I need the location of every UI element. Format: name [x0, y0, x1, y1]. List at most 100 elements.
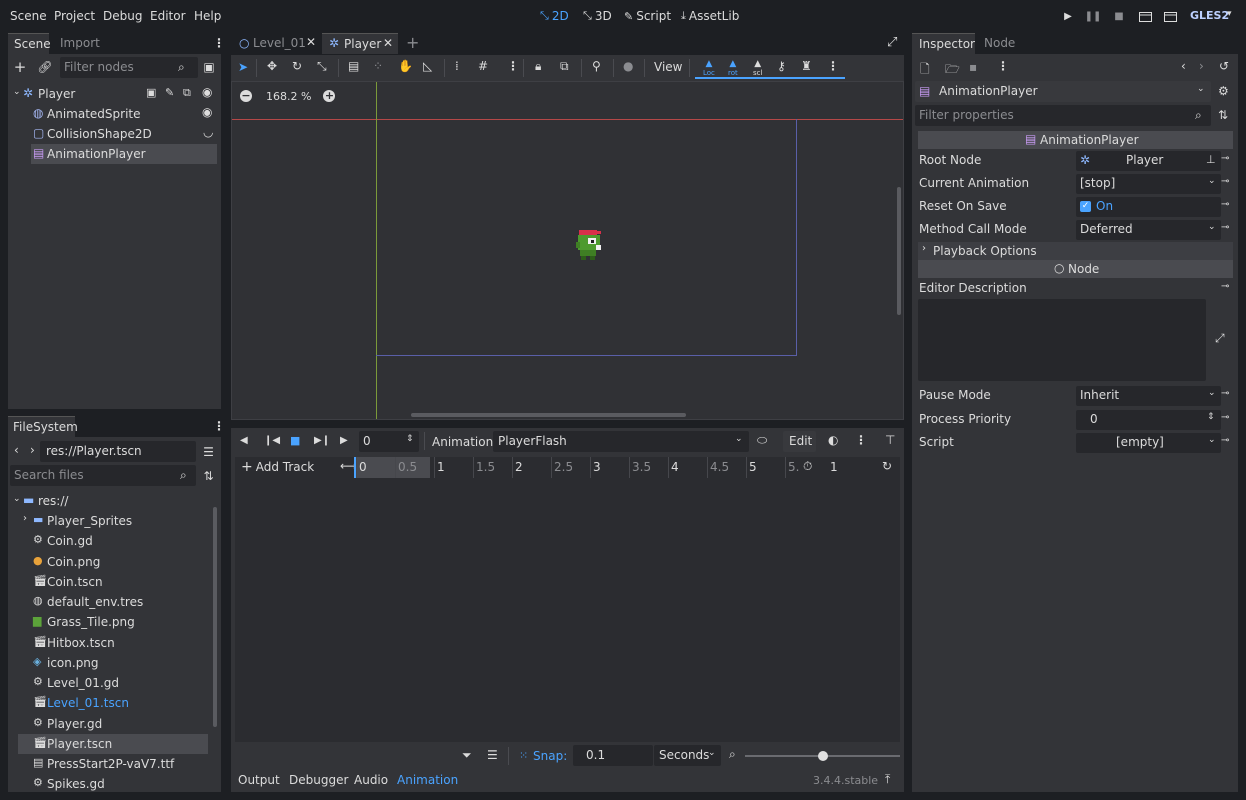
mode-2d-button[interactable]: ⤡ 2D: [540, 8, 569, 24]
file-item[interactable]: ⚙ Level_01.gd: [8, 673, 213, 693]
instance-scene-icon[interactable]: ▣: [202, 60, 216, 74]
search-files-input[interactable]: Search files ⌕: [10, 465, 196, 486]
play-backwards-from-end-icon[interactable]: ❙◀: [264, 435, 280, 446]
renderer-select[interactable]: GLES2: [1190, 9, 1229, 22]
loop-icon[interactable]: ↻: [882, 459, 892, 473]
history-icon[interactable]: ↺: [1219, 59, 1229, 73]
file-item[interactable]: ⚙ Player.gd: [8, 714, 213, 734]
edit-script-icon[interactable]: ✎: [165, 86, 174, 99]
player-sprite[interactable]: [574, 228, 604, 262]
file-item[interactable]: ⚙ Spikes.gd: [8, 774, 213, 791]
zoom-slider-handle[interactable]: [818, 751, 828, 761]
tab-node[interactable]: Node: [984, 36, 1015, 50]
menu-debug[interactable]: Debug: [103, 9, 142, 23]
pin-icon[interactable]: ⊤: [885, 433, 895, 447]
reset-on-save-checkbox[interactable]: ✓ On: [1076, 197, 1221, 217]
animation-options-icon[interactable]: ⋮: [855, 433, 867, 447]
timeline-ruler[interactable]: 0 0.5 1 1.5 2 2.5 3 3.5 4 4.5 5 5.: [352, 457, 800, 478]
file-item[interactable]: › ▬ Player_Sprites: [8, 511, 213, 531]
play-scene-icon[interactable]: [1138, 9, 1152, 23]
sort-properties-icon[interactable]: ⇅: [1218, 108, 1228, 122]
play-icon[interactable]: ▶: [340, 435, 348, 446]
filter-nodes-input[interactable]: Filter nodes ⌕: [60, 57, 198, 78]
keyframe-icon[interactable]: ⊸: [1221, 176, 1229, 187]
visibility-icon[interactable]: ◉: [202, 85, 212, 99]
dock-menu-icon[interactable]: ⋮: [213, 36, 225, 50]
save-resource-icon[interactable]: ▪: [969, 60, 977, 74]
stop-icon[interactable]: ■: [1112, 9, 1126, 23]
split-view-icon[interactable]: ☰: [201, 444, 216, 459]
file-item[interactable]: ▆ Grass_Tile.png: [8, 612, 213, 632]
collapse-icon[interactable]: ⌄: [13, 494, 21, 504]
expand-icon[interactable]: ⤢: [1215, 331, 1225, 346]
pause-icon[interactable]: ❚❚: [1085, 9, 1102, 23]
key-position-icon[interactable]: ▲ Loc: [703, 60, 715, 78]
file-item[interactable]: ◈ icon.png: [8, 653, 213, 673]
group-icon[interactable]: ⧉: [560, 59, 569, 74]
clear-icon[interactable]: ⊥: [1206, 153, 1216, 166]
zoom-icon[interactable]: ⌕: [729, 747, 736, 762]
link-icon[interactable]: 🔗︎: [37, 60, 52, 74]
file-item[interactable]: 🎬︎ Level_01.tscn: [8, 693, 213, 713]
animation-length[interactable]: 1: [830, 460, 838, 474]
history-forward-icon[interactable]: ›: [1199, 59, 1204, 73]
tab-debugger[interactable]: Debugger: [289, 773, 348, 787]
tree-item-animatedsprite[interactable]: ◍ AnimatedSprite ◉: [8, 104, 221, 124]
root-node-field[interactable]: ✲ Player ⊥: [1076, 151, 1221, 171]
viewport-hscroll[interactable]: [411, 413, 686, 417]
tree-item-player[interactable]: ⌄ ✲ Player ▣ ✎ ⧉ ◉: [8, 84, 221, 104]
pause-mode-select[interactable]: Inherit ⌄: [1076, 386, 1221, 406]
time-spinbox[interactable]: 0 ⇕: [359, 431, 419, 452]
close-icon[interactable]: ✕: [383, 36, 393, 50]
camera-override-icon[interactable]: ●: [623, 59, 633, 73]
stop-icon[interactable]: ■: [290, 434, 300, 447]
file-item[interactable]: 🎬︎ Hitbox.tscn: [8, 633, 213, 653]
section-playback-options[interactable]: › Playback Options: [918, 242, 1233, 260]
play-from-start-icon[interactable]: ▶❙: [314, 435, 330, 446]
current-animation-select[interactable]: [stop] ⌄: [1076, 174, 1221, 194]
spin-icon[interactable]: ⇕: [1207, 412, 1215, 422]
add-track-button[interactable]: + Add Track: [241, 460, 314, 474]
zoom-slider[interactable]: [745, 751, 900, 761]
keyframe-icon[interactable]: ⊸: [1221, 222, 1229, 233]
sort-icon[interactable]: ⇅: [201, 468, 216, 483]
tab-player[interactable]: ✲ Player ✕: [322, 33, 398, 54]
object-properties-icon[interactable]: ⚙: [1218, 84, 1229, 98]
select-tool-icon[interactable]: ➤: [238, 60, 248, 74]
key-auto-icon[interactable]: ♜: [801, 59, 812, 73]
key-options-icon[interactable]: ⋮: [827, 59, 839, 73]
tab-inspector[interactable]: Inspector: [912, 33, 975, 54]
move-tool-icon[interactable]: ✥: [267, 59, 277, 73]
rotate-tool-icon[interactable]: ↻: [292, 59, 302, 73]
keyframe-icon[interactable]: ⊸: [1221, 412, 1229, 423]
distraction-free-icon[interactable]: ⤢: [887, 35, 897, 50]
snap-icon[interactable]: ⁙: [519, 749, 528, 762]
visibility-hidden-icon[interactable]: ◡: [203, 125, 213, 139]
grid-snap-icon[interactable]: #: [478, 59, 488, 73]
viewport-vscroll[interactable]: [897, 187, 901, 315]
tab-level-01[interactable]: ○ Level_01 ✕: [231, 33, 321, 54]
scale-tool-icon[interactable]: ⤡: [317, 59, 327, 74]
onion-skin-icon[interactable]: ◐: [828, 433, 838, 447]
playhead[interactable]: [354, 457, 356, 478]
process-priority-spinbox[interactable]: 0 ⇕: [1076, 410, 1221, 430]
snap-value-field[interactable]: 0.1: [573, 745, 653, 766]
stopwatch-icon[interactable]: ⏱: [803, 459, 812, 474]
zoom-out-icon[interactable]: −: [240, 90, 252, 102]
track-list-icon[interactable]: ☰: [487, 748, 498, 762]
play-backwards-icon[interactable]: ◀: [240, 435, 248, 446]
add-tab-icon[interactable]: +: [406, 33, 419, 52]
pan-tool-icon[interactable]: ✋: [398, 59, 413, 73]
new-resource-icon[interactable]: 🗋︎: [920, 60, 930, 81]
snap-toggle[interactable]: Snap:: [533, 749, 567, 763]
method-call-mode-select[interactable]: Deferred ⌄: [1076, 220, 1221, 240]
file-item[interactable]: 🎬︎ Coin.tscn: [8, 572, 213, 592]
animation-select[interactable]: PlayerFlash ⌄: [493, 431, 749, 452]
script-resource-field[interactable]: [empty] ⌄: [1076, 433, 1221, 453]
key-scale-icon[interactable]: ▲ scl: [753, 60, 762, 78]
path-field[interactable]: res://Player.tscn: [40, 441, 196, 462]
tab-scene[interactable]: Scene: [8, 33, 51, 54]
group-icon[interactable]: ⧉: [183, 86, 191, 100]
menu-help[interactable]: Help: [194, 9, 221, 23]
add-node-icon[interactable]: +: [13, 58, 27, 76]
